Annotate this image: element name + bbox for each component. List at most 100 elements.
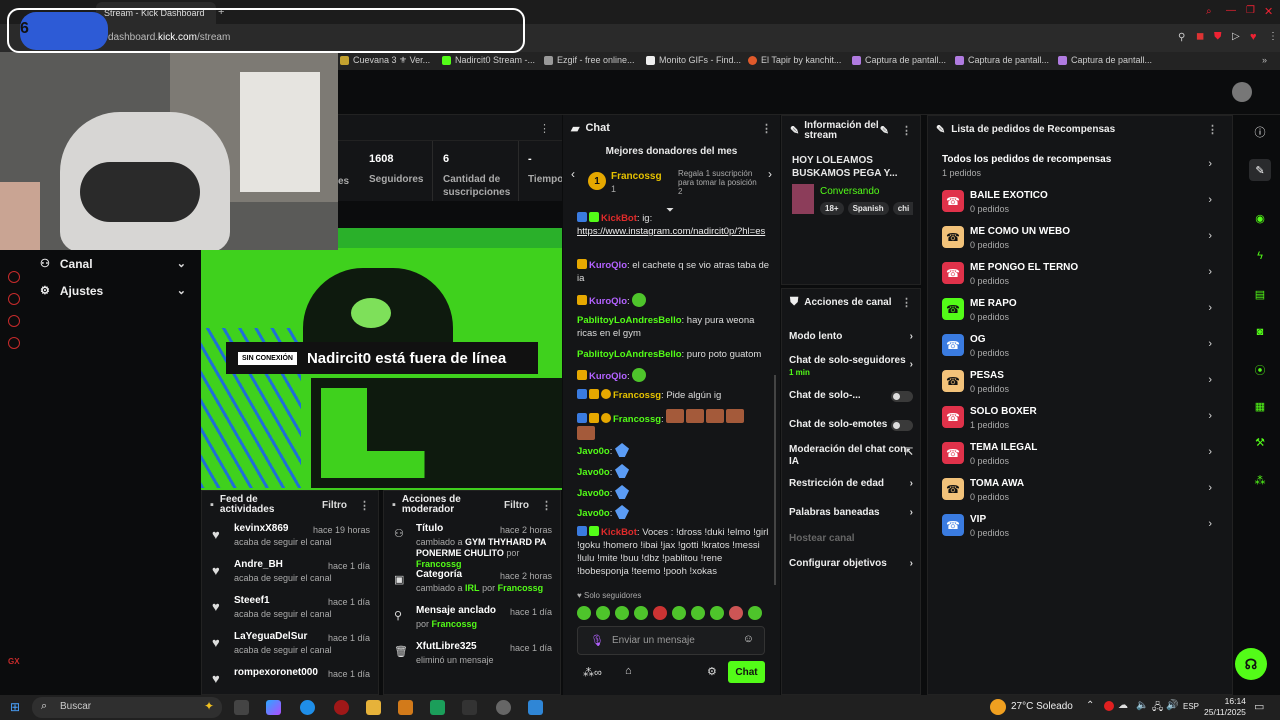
mod-menu-icon[interactable]: ⋮ [541, 499, 552, 512]
info-menu-icon[interactable]: ⋮ [901, 126, 912, 137]
taskbar-search[interactable]: ⌕ Buscar ✦ [32, 697, 222, 718]
task-view-icon[interactable] [234, 700, 249, 715]
lightning-icon[interactable]: ϟ [1249, 245, 1271, 267]
action-goals[interactable]: Configurar objetivos › [789, 558, 917, 570]
rail-chat-icon[interactable] [8, 315, 20, 327]
actions-menu-icon[interactable]: ⋮ [901, 296, 912, 309]
wrench-tool-icon[interactable]: ⚒ [1249, 431, 1271, 453]
reward-item[interactable]: ☎ OG 0 pedidos › [942, 330, 1228, 366]
rail-gx-icon[interactable]: GX [8, 657, 20, 666]
chat-user[interactable]: KuroQlo [589, 371, 627, 382]
feed-filter-button[interactable]: Filtro [322, 500, 347, 511]
reward-item[interactable]: ☎ VIP 0 pedidos › [942, 510, 1228, 546]
clock[interactable]: 16:14 25/11/2025 [1204, 696, 1246, 718]
stream-category[interactable]: Conversando [820, 186, 879, 197]
emote-icon[interactable] [634, 606, 648, 620]
obs-icon[interactable] [496, 700, 511, 715]
emote-icon[interactable] [672, 606, 686, 620]
emoji-icon[interactable]: ☺ [743, 633, 754, 645]
emote-icon[interactable] [691, 606, 705, 620]
chat-user[interactable]: KickBot [601, 527, 637, 538]
reward-item[interactable]: ☎ PESAS 0 pedidos › [942, 366, 1228, 402]
store-icon[interactable] [528, 700, 543, 715]
edge-icon[interactable] [300, 700, 315, 715]
users-tool-icon[interactable]: ⁂ [1249, 469, 1271, 491]
copilot-icon[interactable] [266, 700, 281, 715]
app-icon[interactable] [398, 700, 413, 715]
layout-icon[interactable]: ▦ [1249, 395, 1271, 417]
camera-icon[interactable]: ◉ [1249, 207, 1271, 229]
chat-user[interactable]: PablitoyLoAndresBello [577, 349, 682, 360]
volume-icon[interactable]: 🔊 [1166, 700, 1178, 711]
file-explorer-icon[interactable] [366, 700, 381, 715]
close-icon[interactable]: ✕ [1264, 5, 1273, 18]
extension-icon[interactable]: ◼ [1196, 31, 1204, 42]
record-icon[interactable] [1104, 701, 1114, 711]
reward-item[interactable]: ☎ SOLO BOXER 1 pedidos › [942, 402, 1228, 438]
notifications-icon[interactable]: ▭ [1254, 700, 1264, 713]
bookmark-item[interactable]: El Tapir by kanchit... [748, 55, 841, 65]
windows-start-icon[interactable]: ⊞ [10, 700, 20, 714]
reward-item[interactable]: ☎ ME PONGO EL TERNO 0 pedidos › [942, 258, 1228, 294]
chat-menu-icon[interactable]: ⋮ [761, 122, 772, 135]
donor-name[interactable]: Francossg [611, 171, 662, 182]
chat-link[interactable]: https://www.instagram.com/nadircit0p/?hl… [577, 226, 765, 237]
sidebar-item-ajustes[interactable]: ⚙ Ajustes ⌄ [28, 277, 198, 304]
action-age-restriction[interactable]: Restricción de edad › [789, 478, 917, 490]
pin-extension-icon[interactable]: ⚲ [1178, 32, 1185, 43]
shield-extension-icon[interactable]: ⛊ [1214, 31, 1222, 42]
chat-user[interactable]: Javo0o [577, 508, 610, 519]
action-ai-moderation[interactable]: Moderación del chat con IA ⇱ [789, 444, 913, 468]
weather-label[interactable]: 27°C Soleado [1011, 701, 1073, 712]
stats-menu-icon[interactable]: ⋮ [539, 122, 550, 135]
rail-settings-icon[interactable] [8, 337, 20, 349]
browser-search-icon[interactable]: ⌕ [1206, 6, 1212, 17]
emote-icon[interactable] [615, 606, 629, 620]
mod-filter-button[interactable]: Filtro [504, 500, 529, 511]
reward-item[interactable]: ☎ ME RAPO 0 pedidos › [942, 294, 1228, 330]
emote-icon[interactable] [577, 606, 591, 620]
opera-gx-icon[interactable] [334, 700, 349, 715]
chevron-left-icon[interactable]: ‹ [571, 167, 575, 181]
chat-user[interactable]: Francossg [613, 390, 661, 401]
action-slow-mode[interactable]: Modo lento › [789, 331, 917, 343]
cloud-icon[interactable]: ☁ [1118, 700, 1128, 711]
network-icon[interactable]: 🖧 [1152, 700, 1163, 717]
chat-user[interactable]: KuroQlo [589, 260, 627, 271]
bookmarks-more-icon[interactable]: » [1262, 55, 1267, 65]
emotes-only-toggle[interactable] [891, 420, 913, 431]
emote-icon[interactable] [729, 606, 743, 620]
emote-icon[interactable] [748, 606, 762, 620]
chat-settings-icon[interactable]: ⚙ [707, 665, 717, 678]
chat-user[interactable]: KickBot [601, 213, 637, 224]
bookmark-item[interactable]: Monito GIFs - Find... [646, 55, 741, 65]
mod-user[interactable]: Francossg [498, 583, 544, 593]
emote-icon[interactable] [710, 606, 724, 620]
feed-menu-icon[interactable]: ⋮ [359, 499, 370, 512]
action-followers-only[interactable]: Chat de solo-seguidores 1 min › [789, 355, 917, 379]
infinity-icon[interactable]: ⁂∞ [583, 666, 602, 679]
rail-home-icon[interactable] [8, 271, 20, 283]
sidebar-item-canal[interactable]: ⚇ Canal ⌄ [28, 250, 198, 277]
bookmark-item[interactable]: Cuevana 3 ⚜ Ver... [340, 55, 430, 66]
bookmark-item[interactable]: Captura de pantall... [1058, 55, 1152, 65]
epic-games-icon[interactable] [462, 700, 477, 715]
minimize-icon[interactable]: — [1226, 5, 1236, 16]
rewards-all[interactable]: Todos los pedidos de recompensas 1 pedid… [942, 150, 1228, 186]
mic-icon[interactable]: 🎙 [590, 634, 604, 647]
language-indicator[interactable]: ESP [1183, 702, 1199, 711]
reward-item[interactable]: ☎ ME COMO UN WEBO 0 pedidos › [942, 222, 1228, 258]
broadcast-icon[interactable]: ⦿ [1249, 359, 1271, 381]
rail-clock-icon[interactable] [8, 293, 20, 305]
subs-only-toggle[interactable] [891, 391, 913, 402]
weather-icon[interactable] [990, 699, 1006, 715]
tag[interactable]: Spanish [847, 202, 889, 215]
edit-layout-icon[interactable]: ✎ [1249, 159, 1271, 181]
chevron-right-icon[interactable]: › [768, 167, 772, 181]
bookmark-item[interactable]: Nadircit0 Stream -... [442, 55, 535, 65]
play-extension-icon[interactable]: ▷ [1232, 31, 1240, 42]
bookmark-item[interactable]: Captura de pantall... [955, 55, 1049, 65]
app-icon[interactable] [430, 700, 445, 715]
reward-item[interactable]: ☎ TOMA AWA 0 pedidos › [942, 474, 1228, 510]
bookmark-item[interactable]: Captura de pantall... [852, 55, 946, 65]
